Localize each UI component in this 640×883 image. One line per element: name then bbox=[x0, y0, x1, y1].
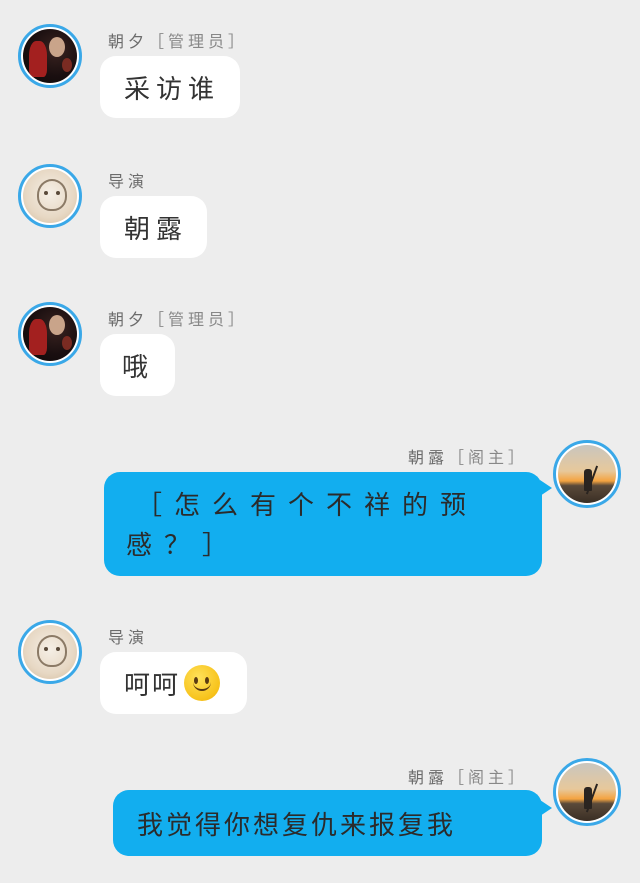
sender-name: 朝夕［管理员］ bbox=[108, 306, 248, 330]
sketch-girl-avatar-icon bbox=[23, 169, 77, 223]
sender-name-text: 朝露 bbox=[407, 768, 448, 787]
sender-name: 导演 bbox=[108, 168, 148, 192]
message-text-line: 感？］ bbox=[126, 531, 241, 561]
bubble-tail bbox=[540, 480, 552, 496]
sender-role-tag: ［阁主］ bbox=[447, 448, 528, 467]
message-row: 朝夕［管理员］ 哦 bbox=[0, 298, 640, 408]
sender-avatar[interactable] bbox=[18, 164, 82, 228]
sender-name: 导演 bbox=[108, 624, 148, 648]
dark-portrait-avatar-icon bbox=[23, 307, 77, 361]
sender-name: 朝露［阁主］ bbox=[408, 764, 528, 788]
message-row: 朝露［阁主］ ［怎么有个不祥的预 感？］ bbox=[0, 438, 640, 588]
message-text-line: ［怎么有个不祥的预 bbox=[136, 491, 479, 521]
message-text: 采访谁 bbox=[124, 74, 221, 105]
sender-name-text: 朝夕 bbox=[108, 32, 149, 51]
sunset-figure-avatar-icon bbox=[558, 763, 616, 821]
message-bubble[interactable]: 我觉得你想复仇来报复我 bbox=[113, 790, 542, 856]
sender-avatar[interactable] bbox=[18, 24, 82, 88]
sender-avatar[interactable] bbox=[18, 620, 82, 684]
message-row: 朝夕［管理员］ 采访谁 bbox=[0, 20, 640, 130]
message-text: 朝露 bbox=[124, 214, 189, 245]
message-bubble[interactable]: 呵呵 bbox=[100, 652, 247, 714]
message-bubble[interactable]: ［怎么有个不祥的预 感？］ bbox=[104, 472, 542, 576]
sketch-girl-avatar-icon bbox=[23, 625, 77, 679]
message-row: 朝露［阁主］ 我觉得你想复仇来报复我 bbox=[0, 756, 640, 866]
message-row: 导演 朝露 bbox=[0, 160, 640, 270]
sender-role-tag: ［管理员］ bbox=[148, 310, 249, 329]
message-row: 导演 呵呵 bbox=[0, 616, 640, 726]
message-text: 呵呵 bbox=[124, 670, 181, 701]
message-text: 我觉得你想复仇来报复我 bbox=[137, 810, 457, 841]
sender-name-text: 导演 bbox=[108, 172, 149, 191]
message-bubble[interactable]: 采访谁 bbox=[100, 56, 240, 118]
sunset-figure-avatar-icon bbox=[558, 445, 616, 503]
sender-avatar[interactable] bbox=[553, 758, 621, 826]
sender-name-text: 朝夕 bbox=[108, 310, 149, 329]
sender-name: 朝露［阁主］ bbox=[408, 444, 528, 468]
dark-portrait-avatar-icon bbox=[23, 29, 77, 83]
sender-role-tag: ［阁主］ bbox=[447, 768, 528, 787]
message-bubble[interactable]: 朝露 bbox=[100, 196, 207, 258]
sender-role-tag: ［管理员］ bbox=[148, 32, 249, 51]
sender-name: 朝夕［管理员］ bbox=[108, 28, 248, 52]
sender-avatar[interactable] bbox=[553, 440, 621, 508]
sender-name-text: 导演 bbox=[108, 628, 149, 647]
sender-avatar[interactable] bbox=[18, 302, 82, 366]
sender-name-text: 朝露 bbox=[407, 448, 448, 467]
message-text: 哦 bbox=[122, 352, 155, 383]
message-bubble[interactable]: 哦 bbox=[100, 334, 175, 396]
bubble-tail bbox=[540, 800, 552, 816]
slightly-smiling-face-icon bbox=[184, 665, 221, 701]
